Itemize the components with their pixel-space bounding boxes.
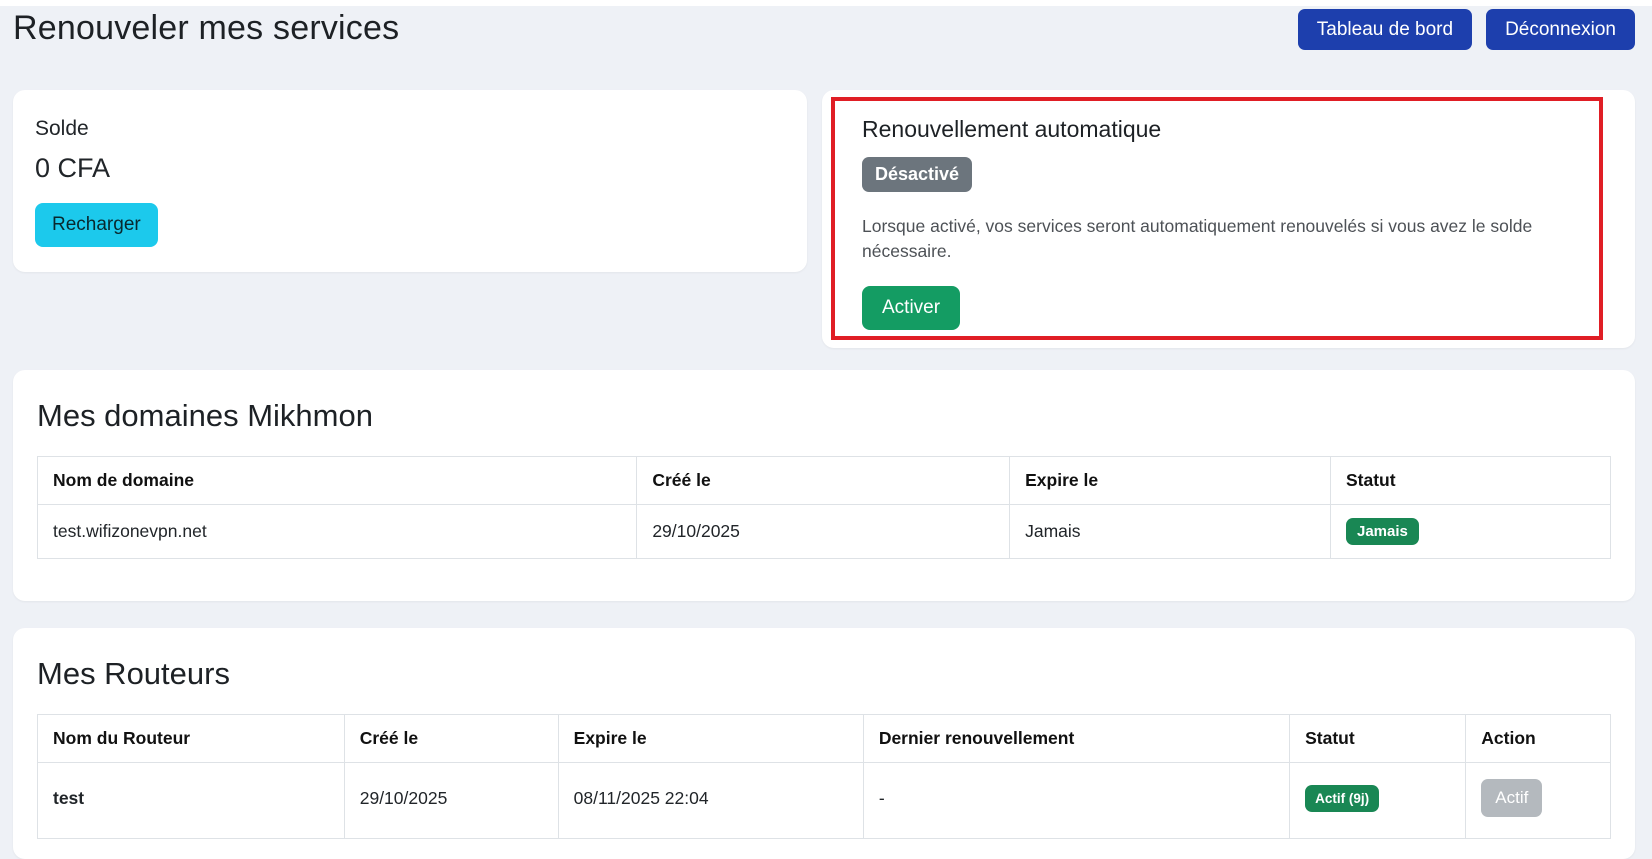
auto-renewal-card: Renouvellement automatique Désactivé Lor… bbox=[822, 90, 1635, 348]
auto-renewal-status-badge: Désactivé bbox=[862, 157, 973, 192]
domains-section: Mes domaines Mikhmon Nom de domaine Créé… bbox=[13, 370, 1635, 601]
activate-button[interactable]: Activer bbox=[862, 286, 961, 330]
router-last-renewal-cell: - bbox=[862, 762, 1291, 839]
domain-name-cell: test.wifizonevpn.net bbox=[36, 504, 638, 559]
domain-created-cell: 29/10/2025 bbox=[636, 504, 1011, 559]
domains-col-expires: Expire le bbox=[1009, 456, 1331, 505]
routers-section: Mes Routeurs Nom du Routeur Créé le Expi… bbox=[13, 628, 1635, 859]
routers-table-header-row: Nom du Routeur Créé le Expire le Dernier… bbox=[37, 714, 1611, 763]
router-name-cell: test bbox=[37, 762, 345, 839]
routers-section-title: Mes Routeurs bbox=[37, 656, 230, 691]
auto-renewal-title: Renouvellement automatique bbox=[862, 116, 1162, 142]
balance-card: Solde 0 CFA Recharger bbox=[13, 90, 807, 272]
page-title: Renouveler mes services bbox=[13, 9, 400, 47]
domains-table-header-row: Nom de domaine Créé le Expire le Statut bbox=[36, 456, 1611, 505]
routers-table-row: test 29/10/2025 08/11/2025 22:04 - Actif… bbox=[37, 762, 1611, 839]
routers-col-expires: Expire le bbox=[557, 714, 864, 763]
domains-col-domain: Nom de domaine bbox=[36, 456, 638, 505]
router-created-cell: 29/10/2025 bbox=[343, 762, 559, 839]
domain-expires-cell: Jamais bbox=[1009, 504, 1331, 559]
router-action-cell: Actif bbox=[1465, 762, 1611, 839]
auto-renewal-description: Lorsque activé, vos services seront auto… bbox=[862, 216, 1533, 261]
page-container: Renouveler mes services Tableau de bord … bbox=[0, 9, 1652, 859]
router-status-cell: Actif (9j) bbox=[1289, 762, 1467, 839]
router-status-badge: Actif (9j) bbox=[1305, 784, 1380, 812]
top-cards-row: Solde 0 CFA Recharger Renouvellement aut… bbox=[13, 90, 1635, 348]
routers-col-last-renewal: Dernier renouvellement bbox=[862, 714, 1291, 763]
balance-title: Solde bbox=[35, 117, 89, 140]
routers-table: Nom du Routeur Créé le Expire le Dernier… bbox=[37, 714, 1611, 839]
top-edge-strip bbox=[0, 0, 1652, 6]
routers-col-status: Statut bbox=[1289, 714, 1467, 763]
header-buttons: Tableau de bord Déconnexion bbox=[1297, 9, 1635, 50]
domains-table: Nom de domaine Créé le Expire le Statut … bbox=[36, 456, 1611, 559]
domain-status-cell: Jamais bbox=[1330, 504, 1611, 559]
routers-col-created: Créé le bbox=[343, 714, 559, 763]
domains-table-row: test.wifizonevpn.net 29/10/2025 Jamais J… bbox=[36, 504, 1611, 559]
dashboard-button[interactable]: Tableau de bord bbox=[1297, 9, 1473, 50]
routers-col-action: Action bbox=[1465, 714, 1611, 763]
logout-button[interactable]: Déconnexion bbox=[1486, 9, 1635, 50]
domains-col-status: Statut bbox=[1330, 456, 1611, 505]
routers-col-name: Nom du Routeur bbox=[37, 714, 345, 763]
router-expires-cell: 08/11/2025 22:04 bbox=[557, 762, 864, 839]
router-action-button[interactable]: Actif bbox=[1481, 779, 1543, 817]
domain-status-badge: Jamais bbox=[1346, 518, 1419, 545]
balance-amount: 0 CFA bbox=[35, 153, 111, 183]
domains-col-created: Créé le bbox=[636, 456, 1011, 505]
domains-section-title: Mes domaines Mikhmon bbox=[37, 398, 373, 433]
recharge-button[interactable]: Recharger bbox=[35, 203, 158, 247]
page-header: Renouveler mes services Tableau de bord … bbox=[13, 9, 1635, 50]
